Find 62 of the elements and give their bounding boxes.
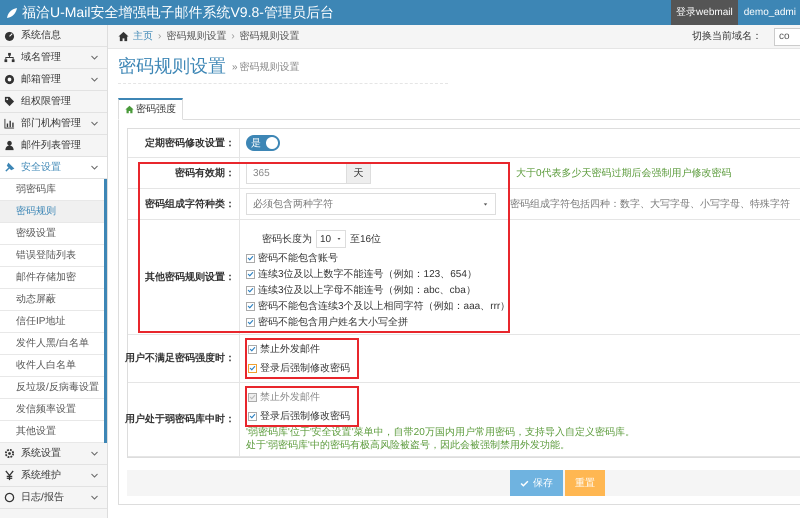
checkbox[interactable]: 禁止外发邮件	[248, 341, 350, 357]
note-text: 处于'弱密码库'中的密码有极高风险被盗号，因此会被强制禁用外发功能。	[246, 439, 571, 452]
page-title: 密码规则设置	[118, 57, 226, 75]
select-field[interactable]: 必须包含两种字符	[246, 193, 496, 215]
length-label: 密码长度为	[262, 232, 312, 246]
app-title: 福洽U-Mail安全增强电子邮件系统V9.8-管理员后台	[22, 3, 335, 22]
breadcrumb-separator: ›	[158, 30, 162, 44]
chevron-down-icon	[90, 163, 99, 172]
number-field[interactable]: 365 天	[246, 162, 371, 184]
leaf-icon	[6, 6, 18, 18]
submenu-item[interactable]: 其他设置	[0, 421, 104, 443]
domain-select[interactable]: co	[774, 28, 800, 46]
chevron-down-icon	[90, 75, 99, 84]
submenu-item[interactable]: 信任IP地址	[0, 311, 104, 333]
checkbox[interactable]: 密码不能包含连续3个及以上相同字符（例如：aaa、rrr）	[246, 298, 800, 314]
check-icon	[520, 478, 529, 488]
tab[interactable]: 密码强度	[118, 98, 183, 120]
submenu-item[interactable]: 邮件存储加密	[0, 267, 104, 289]
breadcrumb-separator: ›	[231, 30, 235, 44]
checkbox[interactable]: 密码不能包含用户姓名大小写全拼	[246, 314, 800, 330]
hint-text: 密码组成字符包括四种：数字、大写字母、小写字母、特殊字符	[510, 198, 790, 212]
submenu-item[interactable]: 密级设置	[0, 223, 104, 245]
checkmark-icon	[249, 412, 256, 420]
hint-text: 大于0代表多少天密码过期后会强制用户修改密码	[516, 166, 732, 180]
checkbox[interactable]: 连续3位及以上字母不能连号（例如：abc、cba）	[246, 282, 800, 298]
checkbox[interactable]: 登录后强制修改密码	[248, 408, 350, 424]
chevron-down-icon	[90, 471, 99, 480]
page-subtitle: 密码规则设置	[240, 60, 300, 75]
submenu-item[interactable]: 错误登陆列表	[0, 245, 104, 267]
length-label: 至16位	[350, 232, 382, 246]
length-select[interactable]: 10	[316, 230, 346, 248]
submenu-item[interactable]: 密码规则	[0, 201, 104, 223]
note-text: '弱密码库'位于'安全设置'菜单中，自带20万国内用户常用密码，支持导入自定义密码库。	[246, 426, 636, 439]
subtitle-marker: »	[232, 61, 238, 75]
submenu-item[interactable]: 动态屏蔽	[0, 289, 104, 311]
chevron-down-icon	[90, 53, 99, 62]
chevron-down-icon	[90, 493, 99, 502]
breadcrumb-item[interactable]: 主页	[133, 29, 153, 44]
checkmark-icon	[249, 393, 256, 401]
chevron-down-icon	[90, 119, 99, 128]
submenu-item[interactable]: 发件人黑/白名单	[0, 333, 104, 355]
checkbox[interactable]: 连续3位及以上数字不能连号（例如：123、654）	[246, 266, 800, 282]
sidebar-item[interactable]: 安全设置	[0, 157, 107, 179]
webmail-link[interactable]: 登录webmail	[671, 0, 738, 25]
breadcrumb-item[interactable]: 密码规则设置	[166, 29, 226, 44]
caret-icon	[336, 236, 342, 242]
submenu-item[interactable]: 发信频率设置	[0, 399, 104, 421]
checkmark-icon	[249, 345, 256, 353]
checkbox[interactable]: 登录后强制修改密码	[248, 360, 350, 376]
submenu-item[interactable]: 收件人白名单	[0, 355, 104, 377]
checkmark-icon	[249, 364, 256, 372]
toggle-switch[interactable]: 是	[246, 135, 280, 151]
home-icon	[118, 31, 129, 42]
checkbox[interactable]: 密码不能包含账号	[246, 250, 800, 266]
domain-label: 切换当前域名：	[692, 30, 762, 44]
submenu-item[interactable]: 弱密码库	[0, 179, 104, 201]
caret-icon	[482, 200, 489, 208]
user-menu[interactable]: demo_admi	[740, 0, 800, 25]
breadcrumb-item: 密码规则设置	[240, 30, 300, 44]
chevron-down-icon	[90, 449, 99, 458]
submenu-item[interactable]: 反垃圾/反病毒设置	[0, 377, 104, 399]
home-icon	[125, 105, 134, 114]
